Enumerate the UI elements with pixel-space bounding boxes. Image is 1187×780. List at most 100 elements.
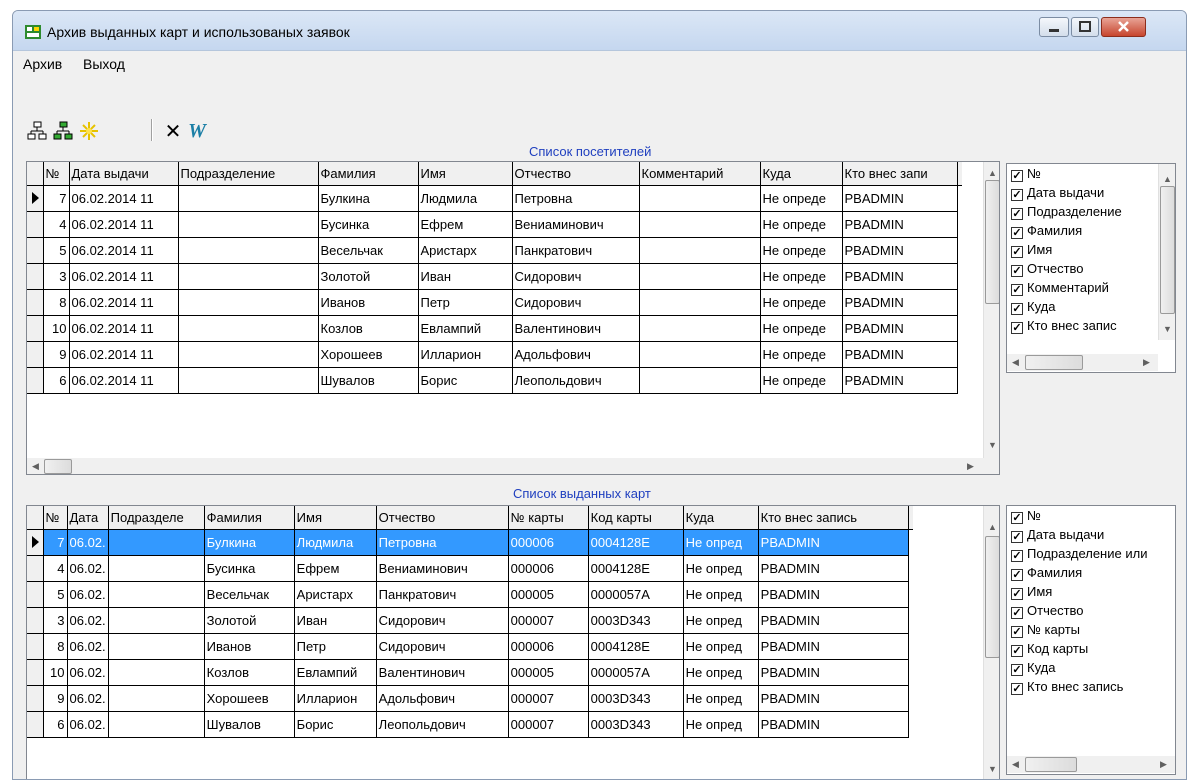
table-cell[interactable]: 06.02. xyxy=(67,581,109,608)
table-cell[interactable]: Иван xyxy=(418,263,513,290)
row-indicator[interactable] xyxy=(27,237,44,264)
checkbox-checked-icon[interactable]: ✓ xyxy=(1011,189,1023,201)
table-cell[interactable]: Вениаминович xyxy=(376,555,509,582)
table-cell[interactable]: Не опреде xyxy=(760,341,843,368)
table-cell[interactable] xyxy=(639,263,761,290)
table-cell[interactable]: 000007 xyxy=(508,711,589,738)
column-header[interactable]: Код карты xyxy=(588,506,684,530)
table-cell[interactable]: 8 xyxy=(43,289,70,316)
checkbox-checked-icon[interactable]: ✓ xyxy=(1011,512,1023,524)
table-row[interactable]: 3 06.02.2014 11 Золотой Иван Сидорович Не опр… xyxy=(27,263,962,290)
table-cell[interactable]: Не опреде xyxy=(760,289,843,316)
table-cell[interactable]: 0003D343 xyxy=(588,711,684,738)
table-cell[interactable]: 06.02. xyxy=(67,529,109,556)
row-indicator[interactable] xyxy=(27,607,44,634)
checkbox-checked-icon[interactable]: ✓ xyxy=(1011,227,1023,239)
tree-expand-button[interactable] xyxy=(25,119,49,143)
table-cell[interactable]: 06.02.2014 11 xyxy=(69,315,179,342)
column-visibility-checkbox[interactable]: ✓ Фамилия xyxy=(1011,223,1082,239)
column-header[interactable]: № карты xyxy=(508,506,589,530)
column-visibility-checkbox[interactable]: ✓ Комментарий xyxy=(1011,280,1109,296)
table-cell[interactable]: PBADMIN xyxy=(842,289,958,316)
row-indicator[interactable] xyxy=(27,659,44,686)
scroll-right-icon[interactable]: ▶ xyxy=(1143,357,1150,368)
table-row[interactable]: 8 06.02. Иванов Петр Сидорович 000006 0004128E… xyxy=(27,633,913,660)
checkbox-checked-icon[interactable]: ✓ xyxy=(1011,170,1023,182)
table-cell[interactable]: 06.02.2014 11 xyxy=(69,237,179,264)
table-row[interactable]: 4 06.02. Бусинка Ефрем Вениаминович 000006 000… xyxy=(27,555,913,582)
checkbox-checked-icon[interactable]: ✓ xyxy=(1011,246,1023,258)
checklist-hscroll[interactable]: ◀ ▶ xyxy=(1007,756,1175,773)
table-cell[interactable]: 06.02.2014 11 xyxy=(69,289,179,316)
column-visibility-checkbox[interactable]: ✓ Кто внес запис xyxy=(1011,318,1117,334)
table-cell[interactable] xyxy=(108,633,205,660)
menu-exit[interactable]: Выход xyxy=(83,56,125,72)
checkbox-checked-icon[interactable]: ✓ xyxy=(1011,569,1023,581)
table-cell[interactable]: 5 xyxy=(43,581,68,608)
column-header[interactable]: Отчество xyxy=(512,162,640,186)
table-cell[interactable]: PBADMIN xyxy=(842,367,958,394)
table-cell[interactable]: 000007 xyxy=(508,685,589,712)
table-cell[interactable] xyxy=(178,341,319,368)
column-visibility-checkbox[interactable]: ✓ Дата выдачи xyxy=(1011,527,1104,543)
table-row[interactable]: 10 06.02.2014 11 Козлов Евлампий Валентинови… xyxy=(27,315,962,342)
checklist-vscroll[interactable]: ▲ ▼ xyxy=(1158,164,1175,340)
table-cell[interactable]: 4 xyxy=(43,211,70,238)
table-cell[interactable]: Не опред xyxy=(683,685,759,712)
checklist-hscroll[interactable]: ◀ ▶ xyxy=(1007,354,1158,371)
table-cell[interactable] xyxy=(639,211,761,238)
table-cell[interactable]: 06.02.2014 11 xyxy=(69,367,179,394)
table-cell[interactable] xyxy=(639,341,761,368)
row-indicator[interactable] xyxy=(27,555,44,582)
menu-archive[interactable]: Архив xyxy=(23,56,62,72)
table-cell[interactable]: 06.02. xyxy=(67,607,109,634)
table-cell[interactable]: Сидорович xyxy=(376,607,509,634)
table-cell[interactable]: PBADMIN xyxy=(758,711,909,738)
table-cell[interactable] xyxy=(108,685,205,712)
column-header[interactable]: Дата xyxy=(67,506,109,530)
column-header[interactable]: Куда xyxy=(760,162,843,186)
table-cell[interactable]: 10 xyxy=(43,659,68,686)
table-row[interactable]: 4 06.02.2014 11 Бусинка Ефрем Вениаминович Не… xyxy=(27,211,962,238)
table-cell[interactable]: Ефрем xyxy=(294,555,377,582)
table-cell[interactable]: 06.02. xyxy=(67,711,109,738)
table-cell[interactable]: Весельчак xyxy=(318,237,419,264)
new-button[interactable] xyxy=(77,119,101,143)
table-cell[interactable]: Людмила xyxy=(418,185,513,212)
row-indicator[interactable] xyxy=(27,367,44,394)
cards-grid[interactable]: № Дата Подразделе Фамилия Имя Отчество № карты… xyxy=(26,505,1000,779)
column-header[interactable]: Подразделение xyxy=(178,162,319,186)
column-header[interactable]: Фамилия xyxy=(204,506,295,530)
table-cell[interactable]: 6 xyxy=(43,367,70,394)
table-cell[interactable]: 7 xyxy=(43,529,68,556)
checkbox-checked-icon[interactable]: ✓ xyxy=(1011,607,1023,619)
visitors-columns-checklist[interactable]: ✓ Кто внес запис ✓ Куда ✓ Комментарий ✓ Отчеств… xyxy=(1006,163,1176,373)
checkbox-checked-icon[interactable]: ✓ xyxy=(1011,645,1023,657)
table-cell[interactable]: Валентинович xyxy=(512,315,640,342)
scroll-up-icon[interactable]: ▲ xyxy=(988,522,997,532)
table-cell[interactable]: Бусинка xyxy=(204,555,295,582)
scroll-down-icon[interactable]: ▼ xyxy=(988,440,997,450)
row-indicator[interactable] xyxy=(27,289,44,316)
table-cell[interactable]: PBADMIN xyxy=(842,211,958,238)
column-visibility-checkbox[interactable]: ✓ Отчество xyxy=(1011,603,1084,619)
checkbox-checked-icon[interactable]: ✓ xyxy=(1011,550,1023,562)
table-cell[interactable]: Илларион xyxy=(418,341,513,368)
table-cell[interactable]: PBADMIN xyxy=(842,185,958,212)
table-cell[interactable]: Ефрем xyxy=(418,211,513,238)
column-visibility-checkbox[interactable]: ✓ Код карты xyxy=(1011,641,1088,657)
column-visibility-checkbox[interactable]: ✓ Фамилия xyxy=(1011,565,1082,581)
table-cell[interactable]: 06.02.2014 11 xyxy=(69,185,179,212)
table-cell[interactable]: 06.02. xyxy=(67,685,109,712)
table-cell[interactable]: Петровна xyxy=(376,529,509,556)
table-row[interactable]: 3 06.02. Золотой Иван Сидорович 000007 0003D34… xyxy=(27,607,913,634)
table-cell[interactable]: Евлампий xyxy=(294,659,377,686)
table-cell[interactable]: Сидорович xyxy=(512,263,640,290)
table-cell[interactable]: 0003D343 xyxy=(588,607,684,634)
table-cell[interactable]: Иванов xyxy=(318,289,419,316)
table-cell[interactable]: Золотой xyxy=(204,607,295,634)
column-visibility-checkbox[interactable]: ✓ Дата выдачи xyxy=(1011,185,1104,201)
table-cell[interactable]: 000006 xyxy=(508,633,589,660)
table-cell[interactable]: Не опред xyxy=(683,555,759,582)
column-visibility-checkbox[interactable]: ✓ Кто внес запись xyxy=(1011,679,1123,695)
